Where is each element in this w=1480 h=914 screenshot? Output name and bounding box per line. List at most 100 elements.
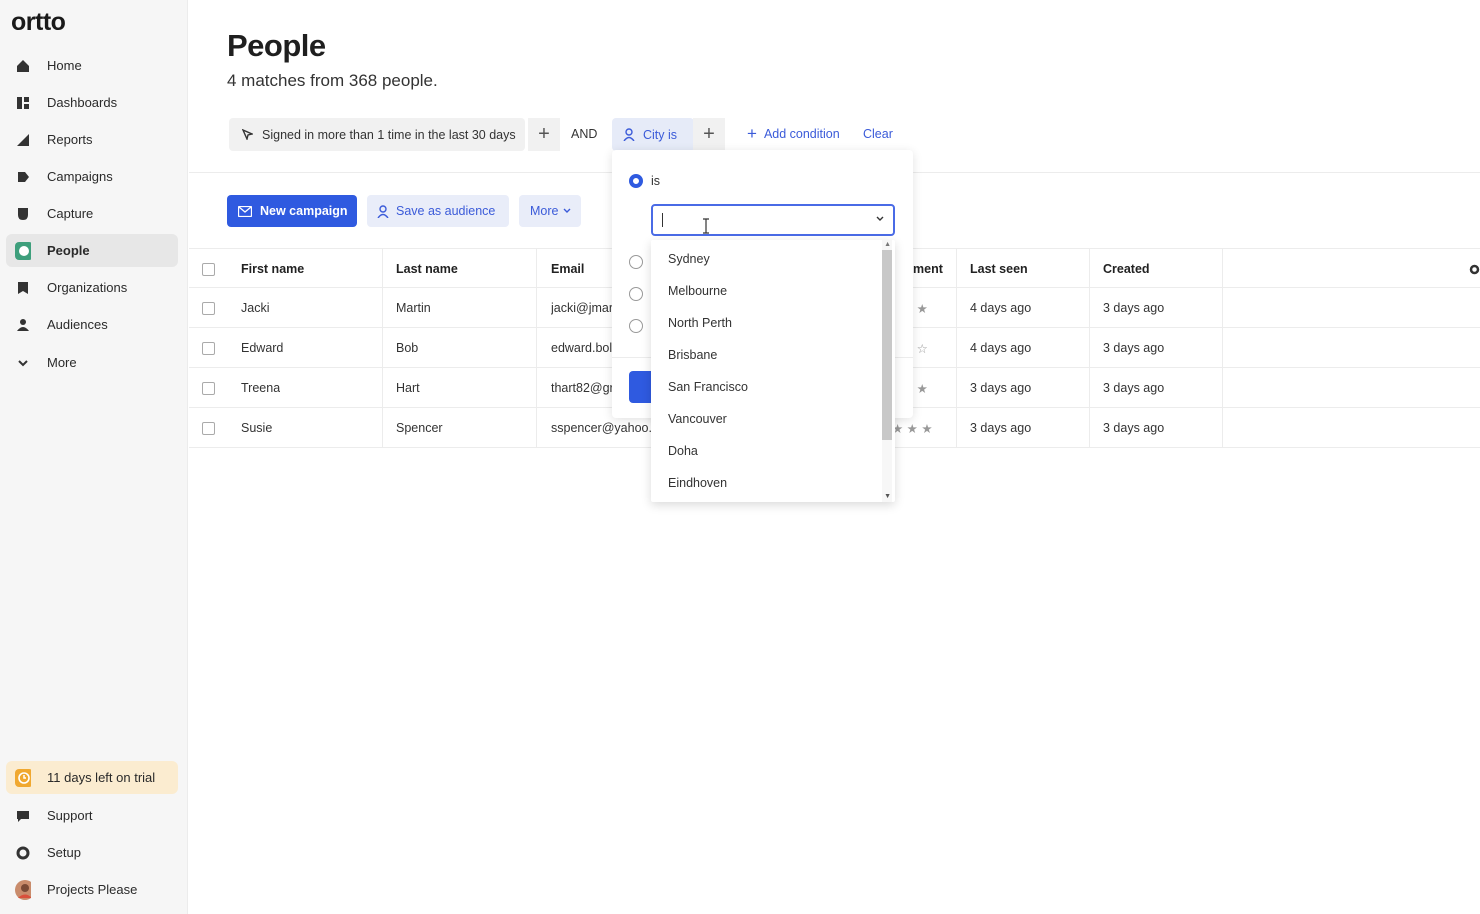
sidebar-item-reports[interactable]: Reports: [6, 123, 178, 156]
city-option[interactable]: Sydney: [668, 249, 710, 269]
add-condition-label: Add condition: [763, 127, 840, 141]
scroll-up-icon[interactable]: ▲: [884, 241, 891, 248]
sidebar-item-label: People: [47, 243, 90, 258]
audiences-icon: [15, 317, 31, 333]
sidebar-item-label: Home: [47, 58, 82, 73]
column-header[interactable]: Email: [551, 249, 584, 289]
save-audience-button[interactable]: Save as audience: [367, 195, 509, 227]
city-select-input[interactable]: [651, 204, 895, 236]
trial-label: 11 days left on trial: [47, 770, 156, 785]
row-checkbox[interactable]: [202, 328, 215, 368]
capture-icon: [15, 206, 31, 222]
last-seen-cell: 4 days ago: [970, 301, 1032, 315]
scrollbar-thumb[interactable]: [882, 250, 892, 440]
new-campaign-button[interactable]: New campaign: [227, 195, 357, 227]
row-checkbox[interactable]: [202, 368, 215, 408]
cursor-click-icon: [242, 129, 253, 140]
and-joiner: AND: [571, 127, 598, 141]
row-checkbox[interactable]: [202, 408, 215, 448]
add-condition-button[interactable]: + Add condition: [747, 124, 840, 143]
column-header[interactable]: ment: [913, 249, 943, 289]
sidebar-item-label: Capture: [47, 206, 94, 221]
filter-chip-city[interactable]: City is: [612, 118, 694, 151]
account-name: Projects Please: [47, 882, 138, 897]
save-audience-label: Save as audience: [396, 204, 496, 218]
sidebar-item-capture[interactable]: Capture: [6, 197, 178, 230]
radio-is[interactable]: [629, 174, 643, 188]
support-icon: [15, 808, 31, 824]
select-all-checkbox[interactable]: [202, 249, 215, 289]
sidebar-item-dashboards[interactable]: Dashboards: [6, 86, 178, 119]
sidebar-item-organizations[interactable]: Organizations: [6, 271, 178, 304]
last-seen-cell: 4 days ago: [970, 341, 1032, 355]
text-cursor-icon: [702, 218, 710, 234]
city-option[interactable]: Brisbane: [668, 345, 717, 365]
gear-icon[interactable]: [1469, 249, 1480, 289]
scroll-down-icon[interactable]: ▼: [884, 493, 891, 500]
reports-icon: [15, 132, 31, 148]
column-header[interactable]: Last seen: [970, 249, 1028, 289]
sidebar-item-people[interactable]: People: [6, 234, 178, 267]
sidebar-item-label: Support: [47, 808, 93, 823]
sidebar-item-more[interactable]: More: [6, 346, 178, 379]
chevron-down-icon: [15, 355, 31, 371]
radio-option[interactable]: [629, 255, 643, 269]
app-logo[interactable]: ortto: [11, 8, 66, 37]
sidebar-item-audiences[interactable]: Audiences: [6, 308, 178, 341]
sidebar-item-home[interactable]: Home: [6, 49, 178, 82]
row-checkbox[interactable]: [202, 288, 215, 328]
home-icon: [15, 58, 31, 74]
new-campaign-label: New campaign: [260, 204, 348, 218]
email-cell: thart82@gr: [551, 381, 614, 395]
sidebar-item-setup[interactable]: Setup: [6, 836, 178, 869]
last-name-cell: Bob: [396, 341, 419, 355]
sidebar-item-label: More: [47, 355, 77, 370]
column-header[interactable]: Last name: [396, 249, 458, 289]
sidebar-item-label: Reports: [47, 132, 93, 147]
radio-option[interactable]: [629, 319, 643, 333]
sidebar-item-label: Setup: [47, 845, 81, 860]
city-option[interactable]: Doha: [668, 441, 698, 461]
sidebar-item-campaigns[interactable]: Campaigns: [6, 160, 178, 193]
city-option[interactable]: Vancouver: [668, 409, 727, 429]
created-cell: 3 days ago: [1103, 341, 1165, 355]
sidebar-item-support[interactable]: Support: [6, 799, 178, 832]
trial-banner[interactable]: 11 days left on trial: [6, 761, 178, 794]
page-title: People: [227, 28, 326, 63]
radio-option[interactable]: [629, 287, 643, 301]
filter-label: Signed in more than 1 time in the last 3…: [262, 127, 516, 142]
first-name-cell: Susie: [241, 421, 273, 435]
chevron-down-icon: [563, 208, 571, 214]
first-name-cell: Treena: [241, 381, 281, 395]
radio-is-label: is: [651, 174, 661, 188]
add-filter-button[interactable]: +: [528, 118, 560, 151]
sidebar-item-label: Campaigns: [47, 169, 113, 184]
person-icon: [377, 204, 389, 218]
column-header[interactable]: Created: [1103, 249, 1150, 289]
people-icon: [15, 241, 31, 260]
city-option[interactable]: San Francisco: [668, 377, 748, 397]
sidebar: ortto Home Dashboards Reports Campaigns …: [0, 0, 188, 914]
campaigns-icon: [15, 169, 31, 185]
email-cell: edward.bol: [551, 341, 613, 355]
city-option[interactable]: Eindhoven: [668, 473, 727, 493]
city-option[interactable]: North Perth: [668, 313, 732, 333]
created-cell: 3 days ago: [1103, 301, 1165, 315]
column-header[interactable]: First name: [241, 249, 304, 289]
more-button[interactable]: More: [519, 195, 581, 227]
city-options-list: Sydney Melbourne North Perth Brisbane Sa…: [651, 240, 895, 502]
add-filter-button[interactable]: +: [693, 118, 725, 151]
city-option[interactable]: Melbourne: [668, 281, 727, 301]
created-cell: 3 days ago: [1103, 421, 1165, 435]
first-name-cell: Edward: [241, 341, 284, 355]
sidebar-item-label: Organizations: [47, 280, 128, 295]
clock-icon: [15, 768, 31, 787]
match-count: 4 matches from 368 people.: [227, 71, 438, 90]
account-menu[interactable]: Projects Please: [6, 873, 178, 906]
plus-icon: +: [538, 123, 550, 145]
filter-chip-signed-in[interactable]: Signed in more than 1 time in the last 3…: [229, 118, 525, 151]
clear-button[interactable]: Clear: [863, 127, 893, 141]
envelope-icon: [238, 205, 252, 217]
last-seen-cell: 3 days ago: [970, 421, 1032, 435]
plus-icon: +: [747, 124, 757, 143]
